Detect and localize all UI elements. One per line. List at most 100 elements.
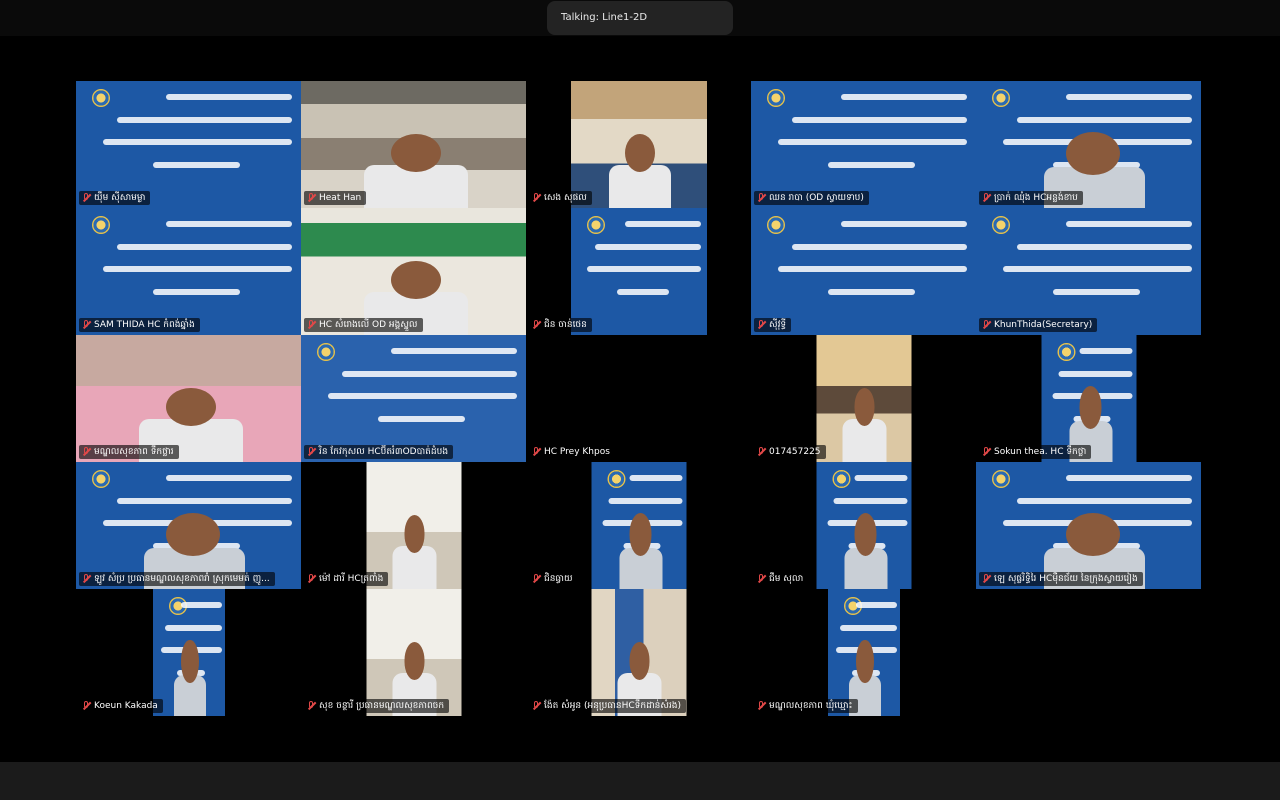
participant-name: មណ្ឌលសុខភាព ឃុំឃ្មោះ	[769, 701, 853, 711]
participant-tile[interactable]: មណ្ឌលសុខភាព ទឹកថ្លារ	[76, 335, 301, 462]
participant-tile[interactable]: SAM THIDA HC កំពង់ឆ្នាំង	[76, 208, 301, 335]
participant-name-label: ស៊ីវុទ្ធី	[754, 318, 792, 332]
slide-text-line	[841, 93, 967, 100]
participant-video	[366, 589, 461, 716]
emblem-icon	[767, 89, 785, 107]
participant-name-label: ឡេ សុផ្លរិទ្ធិរៃ HCម៉ឺនជ័យ នៃក្រុងស្វាយរ…	[979, 572, 1143, 586]
participant-tile[interactable]: ឡូវ សំប្រ ប្រធានមណ្ឌលសុខភាពរាំ ស្រុកមេមត…	[76, 462, 301, 589]
emblem-icon	[832, 470, 850, 488]
participant-video	[751, 81, 976, 208]
participant-tile[interactable]: ង៉ែត សំអូន (អនុប្រធានHCទឹកដាន់សំរង)	[526, 589, 751, 716]
participant-name: ង៉ែត សំអូន (អនុប្រធានHCទឹកដាន់សំរង)	[544, 701, 682, 711]
participant-tile[interactable]: KhunThida(Secretary)	[976, 208, 1201, 335]
slide-text-line	[778, 139, 967, 146]
mic-muted-icon	[757, 193, 766, 203]
slide-text-line	[1066, 220, 1192, 227]
participant-tile[interactable]: Heat Han	[301, 81, 526, 208]
participant-tile[interactable]: 017457225	[751, 335, 976, 462]
slide-text-line	[791, 116, 967, 123]
participant-name: Heat Han	[319, 193, 362, 203]
participant-name: ឡូវ សំប្រ ប្រធានមណ្ឌលសុខភាពរាំ ស្រុកមេមត…	[94, 574, 270, 584]
slide-text-line	[166, 474, 292, 481]
participant-tile[interactable]: មណ្ឌលសុខភាព ឃុំឃ្មោះ	[751, 589, 976, 716]
emblem-icon	[992, 89, 1010, 107]
mic-muted-icon	[532, 193, 541, 203]
slide-text-line	[116, 497, 292, 504]
participant-tile[interactable]: យ៉ឹម ស៊ីសាមម្ងា	[76, 81, 301, 208]
participant-tile[interactable]: ជិនធ្វាយ	[526, 462, 751, 589]
mic-muted-icon	[532, 701, 541, 711]
emblem-icon	[1057, 343, 1075, 361]
participant-tile[interactable]: ឈន រាបា (OD ស្វាយទាប)	[751, 81, 976, 208]
emblem-icon	[767, 216, 785, 234]
participant-name: Koeun Kakada	[94, 701, 158, 711]
participant-name: ម៉ៅ ដារី HCត្រពាំង	[319, 574, 384, 584]
participant-tile[interactable]: ជិន ចាន់ថេន	[526, 208, 751, 335]
participant-name-label: Heat Han	[304, 191, 367, 205]
participant-video	[301, 208, 526, 335]
mic-muted-icon	[532, 320, 541, 330]
participant-tile[interactable]: Koeun Kakada	[76, 589, 301, 716]
participant-name-label: KhunThida(Secretary)	[979, 318, 1098, 332]
participant-tile[interactable]: ស៊ីវុទ្ធី	[751, 208, 976, 335]
participant-tile[interactable]	[976, 589, 1201, 716]
mic-muted-icon	[982, 447, 991, 457]
emblem-icon	[92, 470, 110, 488]
participant-name-label: SAM THIDA HC កំពង់ឆ្នាំង	[79, 318, 200, 332]
emblem-icon	[92, 89, 110, 107]
slide-text-line	[856, 601, 897, 608]
participant-name-label: សុខ ចន្ថារី ប្រធានមណ្ឌលសុខភាពចក	[304, 699, 450, 713]
emblem-icon	[586, 216, 605, 234]
participant-tile[interactable]: ប្រាក់ ឈុំង HCអន្លង់ខាប	[976, 81, 1201, 208]
slide-text-line	[181, 601, 222, 608]
slide-text-line	[377, 416, 465, 423]
participant-name-label: ឈន រាបា (OD ស្វាយទាប)	[754, 191, 869, 205]
slide-text-line	[103, 139, 292, 146]
participant-video	[366, 462, 461, 589]
participant-name-label: រិន កែវកុសល HCប៊ីតរំ៣ODបាត់ដំបង	[304, 445, 454, 459]
participant-face	[166, 512, 220, 556]
participant-name-label: HC សំរោងលើ OD អង្គស្នួល	[304, 318, 423, 332]
participant-face	[404, 515, 425, 554]
slide-text-line	[586, 266, 702, 273]
participant-tile[interactable]: សេង សុផល	[526, 81, 751, 208]
mic-muted-icon	[82, 320, 91, 330]
emblem-icon	[992, 470, 1010, 488]
participant-tile[interactable]: ម៉ៅ ដារី HCត្រពាំង	[301, 462, 526, 589]
participant-name-label: Sokun thea. HC ទឹកថ្លា	[979, 445, 1092, 459]
participant-name: HC សំរោងលើ OD អង្គស្នួល	[319, 320, 418, 330]
participant-tile[interactable]: HC សំរោងលើ OD អង្គស្នួល	[301, 208, 526, 335]
slide-text-line	[1079, 347, 1133, 354]
participant-name: KhunThida(Secretary)	[994, 320, 1093, 330]
participant-video	[591, 589, 686, 716]
participant-name: 017457225	[769, 447, 821, 457]
mic-muted-icon	[82, 193, 91, 203]
participant-face	[854, 512, 877, 556]
slide-text-line	[624, 220, 702, 227]
participant-face	[391, 261, 441, 300]
slide-text-line	[827, 289, 915, 296]
slide-text-line	[778, 266, 967, 273]
participant-tile[interactable]: សុខ ចន្ថារី ប្រធានមណ្ឌលសុខភាពចក	[301, 589, 526, 716]
participant-video	[827, 589, 900, 716]
participant-name-label: ម៉ៅ ដារី HCត្រពាំង	[304, 572, 389, 586]
participant-video	[976, 462, 1201, 589]
participant-tile[interactable]: HC Prey Khpos	[526, 335, 751, 462]
slide-text-line	[165, 624, 222, 631]
participant-video	[976, 208, 1201, 335]
participant-tile[interactable]: Sokun thea. HC ទឹកថ្លា	[976, 335, 1201, 462]
participant-tile[interactable]: ឡេ សុផ្លរិទ្ធិរៃ HCម៉ឺនជ័យ នៃក្រុងស្វាយរ…	[976, 462, 1201, 589]
participant-name-label: ប្រាក់ ឈុំង HCអន្លង់ខាប	[979, 191, 1083, 205]
participant-tile[interactable]: រិន កែវកុសល HCប៊ីតរំ៣ODបាត់ដំបង	[301, 335, 526, 462]
participant-tile[interactable]: ជឹម សុលា	[751, 462, 976, 589]
participant-name: សុខ ចន្ថារី ប្រធានមណ្ឌលសុខភាពចក	[319, 701, 445, 711]
slide-text-line	[629, 474, 683, 481]
mic-muted-icon	[982, 193, 991, 203]
slide-text-line	[1066, 474, 1192, 481]
participant-video	[570, 81, 707, 208]
participant-video	[76, 335, 301, 462]
participant-name-label: ឡូវ សំប្រ ប្រធានមណ្ឌលសុខភាពរាំ ស្រុកមេមត…	[79, 572, 275, 586]
mic-muted-icon	[532, 574, 541, 584]
slide-text-line	[341, 370, 517, 377]
participant-name: ជិន ចាន់ថេន	[544, 320, 587, 330]
